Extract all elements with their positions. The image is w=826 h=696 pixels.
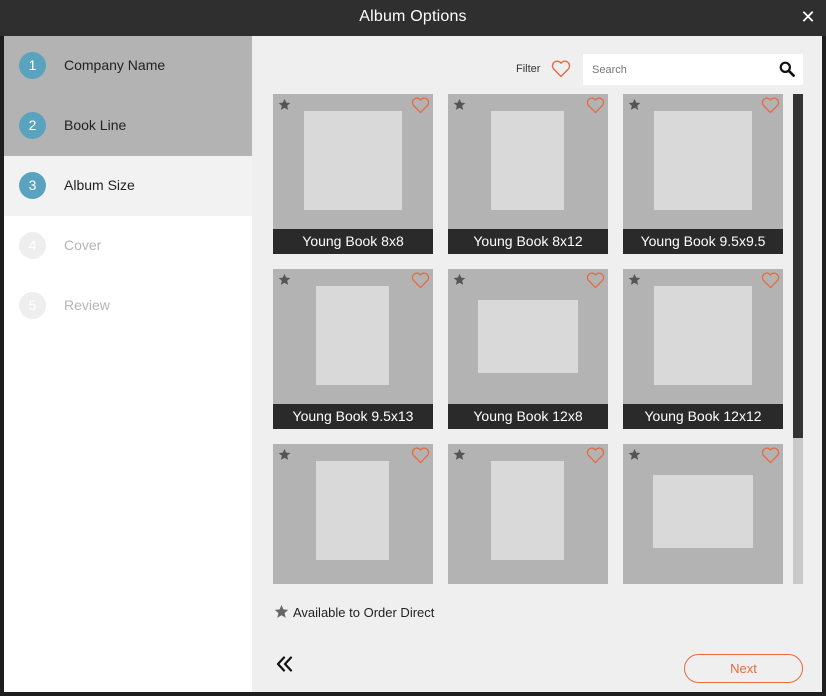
- step-book-line[interactable]: 2 Book Line: [4, 96, 252, 156]
- step-number: 5: [19, 292, 46, 319]
- album-card[interactable]: Young Book 12x12: [623, 269, 783, 429]
- album-card[interactable]: Young Book 9.5x13: [273, 269, 433, 429]
- favorite-heart-icon[interactable]: [411, 447, 430, 464]
- favorite-heart-icon[interactable]: [586, 447, 605, 464]
- step-company-name[interactable]: 1 Company Name: [4, 36, 252, 96]
- star-icon: [628, 273, 641, 285]
- main-panel: Filter Young Book 8x8 Young Book 8x12 Y: [252, 36, 822, 692]
- step-label: Album Size: [64, 177, 135, 193]
- favorite-heart-icon[interactable]: [411, 272, 430, 289]
- step-review: 5 Review: [4, 276, 252, 336]
- album-thumbnail: [304, 111, 402, 210]
- album-card[interactable]: Young Book 8x12: [448, 94, 608, 254]
- album-thumbnail: [491, 111, 564, 210]
- steps-sidebar: 1 Company Name 2 Book Line 3 Album Size …: [4, 36, 252, 692]
- star-icon: [278, 273, 291, 285]
- album-thumbnail: [316, 286, 389, 385]
- album-card[interactable]: Young Book 12x8: [448, 269, 608, 429]
- star-icon: [274, 604, 289, 618]
- step-label: Review: [64, 297, 110, 313]
- album-thumbnail: [491, 461, 564, 560]
- album-name: Young Book 9.5x13: [273, 404, 433, 429]
- album-card[interactable]: [448, 444, 608, 584]
- scrollbar-thumb[interactable]: [793, 94, 803, 438]
- filter-label: Filter: [516, 63, 541, 75]
- album-name: Young Book 9.5x9.5: [623, 229, 783, 254]
- search-input[interactable]: [583, 54, 768, 85]
- favorites-filter-heart-icon[interactable]: [551, 60, 571, 78]
- search-box: [583, 54, 803, 85]
- step-label: Book Line: [64, 117, 127, 133]
- album-thumbnail: [478, 300, 578, 373]
- album-thumbnail: [654, 111, 752, 210]
- star-icon: [453, 448, 466, 460]
- album-card[interactable]: Young Book 9.5x9.5: [623, 94, 783, 254]
- favorite-heart-icon[interactable]: [586, 97, 605, 114]
- star-icon: [278, 98, 291, 110]
- search-icon[interactable]: [779, 61, 795, 77]
- star-icon: [628, 98, 641, 110]
- step-album-size[interactable]: 3 Album Size: [4, 156, 252, 216]
- album-name: Young Book 12x12: [623, 404, 783, 429]
- album-name: Young Book 8x12: [448, 229, 608, 254]
- window-title: Album Options: [359, 8, 467, 25]
- legend-text: Available to Order Direct: [293, 605, 435, 620]
- album-card[interactable]: [273, 444, 433, 584]
- favorite-heart-icon[interactable]: [761, 447, 780, 464]
- star-icon: [453, 273, 466, 285]
- favorite-heart-icon[interactable]: [411, 97, 430, 114]
- album-thumbnail: [316, 461, 389, 560]
- album-card[interactable]: Young Book 8x8: [273, 94, 433, 254]
- favorite-heart-icon[interactable]: [761, 272, 780, 289]
- album-grid: Young Book 8x8 Young Book 8x12 Young Boo…: [273, 94, 788, 584]
- album-name: Young Book 12x8: [448, 404, 608, 429]
- album-thumbnail: [654, 286, 752, 385]
- album-thumbnail: [653, 475, 753, 548]
- step-number: 2: [19, 112, 46, 139]
- step-number: 4: [19, 232, 46, 259]
- favorite-heart-icon[interactable]: [761, 97, 780, 114]
- close-icon[interactable]: ✕: [798, 6, 818, 28]
- double-chevron-left-icon[interactable]: [276, 656, 294, 672]
- grid-scrollbar[interactable]: [793, 94, 803, 584]
- step-number: 1: [19, 52, 46, 79]
- star-icon: [453, 98, 466, 110]
- step-label: Company Name: [64, 57, 166, 73]
- step-label: Cover: [64, 237, 102, 253]
- star-icon: [278, 448, 291, 460]
- album-card[interactable]: [623, 444, 783, 584]
- next-button[interactable]: Next: [684, 654, 803, 683]
- step-number: 3: [19, 172, 46, 199]
- favorite-heart-icon[interactable]: [586, 272, 605, 289]
- step-cover: 4 Cover: [4, 216, 252, 276]
- album-name: Young Book 8x8: [273, 229, 433, 254]
- title-bar: Album Options ✕: [0, 0, 826, 36]
- star-icon: [628, 448, 641, 460]
